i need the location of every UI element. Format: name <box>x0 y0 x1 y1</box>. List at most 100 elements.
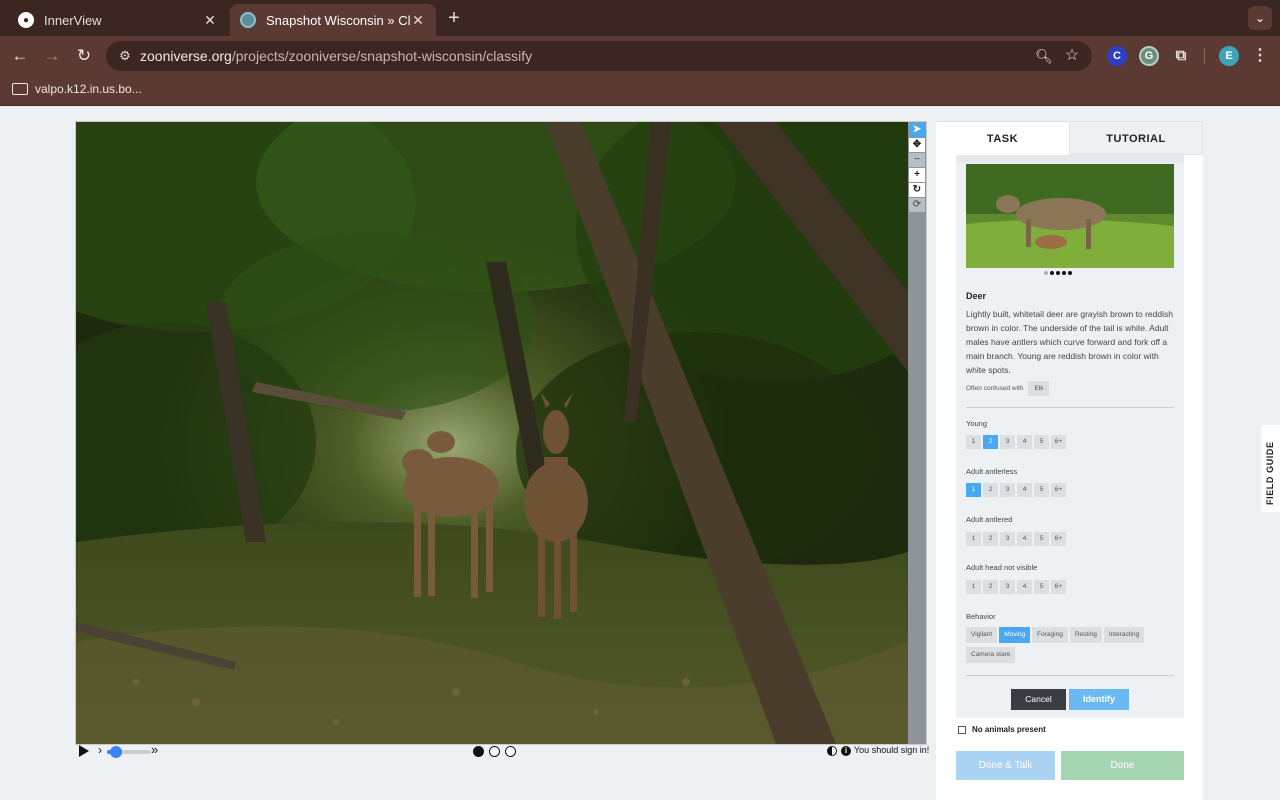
classify-page: ➤ ✥ − + ↻ ⟳ › » i You should sign in! TA… <box>0 107 1280 800</box>
slider-knob[interactable] <box>109 746 122 758</box>
new-tab-icon[interactable]: + <box>444 6 464 30</box>
url-path: /projects/zooniverse/snapshot-wisconsin/… <box>231 48 533 64</box>
image-dot[interactable] <box>1044 271 1048 275</box>
profile-avatar[interactable]: E <box>1219 46 1239 66</box>
tab-snapshot-wisconsin[interactable]: Snapshot Wisconsin » Classi ✕ <box>230 4 436 36</box>
browser-menu-icon[interactable]: ⋮ <box>1250 46 1270 66</box>
close-tab-icon[interactable]: ✕ <box>410 12 426 29</box>
behavior-option[interactable]: Foraging <box>1032 627 1068 643</box>
behavior-option[interactable]: Camera stare <box>966 647 1016 663</box>
answer-option[interactable]: 3 <box>1000 532 1015 546</box>
behavior-option[interactable]: Vigilant <box>966 627 998 643</box>
answer-option[interactable]: 4 <box>1017 580 1032 594</box>
answer-option[interactable]: 2 <box>983 532 998 546</box>
answer-option[interactable]: 6+ <box>1051 435 1066 449</box>
frame-dot[interactable] <box>489 746 500 757</box>
zoom-icon[interactable]: 🔍︎ <box>1034 46 1054 66</box>
no-animals-checkbox[interactable] <box>958 725 966 734</box>
address-bar[interactable]: ⚙ zooniverse.org/projects/zooniverse/sna… <box>106 41 1092 71</box>
image-dot[interactable] <box>1050 271 1054 275</box>
frame-dot[interactable] <box>473 746 484 757</box>
playback-speed-slider[interactable] <box>107 746 151 758</box>
answer-option[interactable]: 2 <box>983 483 998 497</box>
species-image-dots <box>1044 271 1072 275</box>
answer-option[interactable]: 4 <box>1017 483 1032 497</box>
toolbar-divider <box>1204 48 1205 64</box>
confused-species-chip[interactable]: Elk <box>1028 381 1050 396</box>
bookmark-label: valpo.k12.in.us.bo... <box>35 82 142 96</box>
answers-behavior: Vigilant Moving Foraging Resting Interacting… <box>966 627 1174 663</box>
field-guide-tab[interactable]: FIELD GUIDE <box>1261 425 1280 512</box>
answer-option[interactable]: 6+ <box>1051 532 1066 546</box>
answer-option[interactable]: 4 <box>1017 435 1032 449</box>
panel-tabs: TASK TUTORIAL <box>936 121 1203 155</box>
extensions-puzzle-icon[interactable]: ⧉ <box>1171 46 1191 66</box>
answer-option[interactable]: 3 <box>1000 580 1015 594</box>
contrast-icon[interactable] <box>827 746 837 756</box>
answer-option[interactable]: 6+ <box>1051 483 1066 497</box>
innerview-favicon-icon: ● <box>18 12 34 28</box>
extension-grammarly-icon[interactable]: G <box>1139 46 1159 66</box>
answer-option[interactable]: 1 <box>966 435 981 449</box>
url-text[interactable]: zooniverse.org/projects/zooniverse/snaps… <box>140 48 532 64</box>
tab-title: Snapshot Wisconsin » Classi <box>266 12 410 28</box>
frame-selector <box>473 746 516 757</box>
pan-icon[interactable]: ✥ <box>909 138 925 152</box>
answer-option[interactable]: 5 <box>1034 483 1049 497</box>
identify-button[interactable]: Identify <box>1069 689 1129 710</box>
question-label-adult-antlerless: Adult antlerless <box>966 467 1018 476</box>
zoom-in-icon[interactable]: + <box>909 168 925 182</box>
image-dot[interactable] <box>1062 271 1066 275</box>
image-dot[interactable] <box>1068 271 1072 275</box>
close-tab-icon[interactable]: ✕ <box>202 12 218 29</box>
tab-innerview[interactable]: ● InnerView ✕ <box>8 4 228 36</box>
species-example-image[interactable] <box>966 164 1174 268</box>
tab-tutorial[interactable]: TUTORIAL <box>1069 121 1203 155</box>
reload-icon[interactable]: ↻ <box>72 44 96 68</box>
answer-option[interactable]: 1 <box>966 580 981 594</box>
back-arrow-icon[interactable]: ← <box>8 44 32 68</box>
site-settings-icon[interactable]: ⚙ <box>116 47 134 65</box>
bookmark-item[interactable]: valpo.k12.in.us.bo... <box>12 82 142 96</box>
bookmark-star-icon[interactable]: ☆ <box>1062 46 1082 66</box>
play-icon[interactable] <box>79 745 89 757</box>
answer-option[interactable]: 1 <box>966 532 981 546</box>
tab-task[interactable]: TASK <box>936 121 1069 155</box>
fast-forward-icon[interactable]: » <box>151 742 158 757</box>
extension-c-icon[interactable]: C <box>1107 46 1127 66</box>
info-icon[interactable]: i <box>841 746 851 756</box>
answer-option[interactable]: 3 <box>1000 435 1015 449</box>
rotate-icon[interactable]: ↻ <box>909 183 925 197</box>
image-dot[interactable] <box>1056 271 1060 275</box>
answers-young: 1 2 3 4 5 6+ <box>966 435 1066 449</box>
behavior-option[interactable]: Moving <box>999 627 1031 643</box>
zoom-out-icon[interactable]: − <box>909 153 925 167</box>
behavior-option[interactable]: Resting <box>1069 627 1102 643</box>
divider <box>966 675 1174 676</box>
answer-option[interactable]: 4 <box>1017 532 1032 546</box>
cancel-button[interactable]: Cancel <box>1011 689 1066 710</box>
select-cursor-icon[interactable]: ➤ <box>909 123 925 137</box>
sign-in-note[interactable]: You should sign in! <box>854 745 929 755</box>
tab-search-chevron-icon[interactable]: ⌄ <box>1248 6 1272 30</box>
answer-option[interactable]: 5 <box>1034 435 1049 449</box>
camera-trap-image[interactable] <box>76 122 908 744</box>
step-forward-icon[interactable]: › <box>98 743 102 757</box>
behavior-option[interactable]: Interacting <box>1103 627 1145 643</box>
forward-arrow-icon[interactable]: → <box>40 44 64 68</box>
no-animals-present[interactable]: No animals present <box>958 725 1046 734</box>
answer-option[interactable]: 1 <box>966 483 981 497</box>
answer-option[interactable]: 2 <box>983 580 998 594</box>
answer-option[interactable]: 3 <box>1000 483 1015 497</box>
answer-option[interactable]: 5 <box>1034 532 1049 546</box>
reset-icon[interactable]: ⟳ <box>909 198 925 212</box>
answer-option[interactable]: 2 <box>983 435 998 449</box>
card-top-strip <box>956 155 1184 163</box>
done-and-talk-button[interactable]: Done & Talk <box>956 751 1055 780</box>
frame-dot[interactable] <box>505 746 516 757</box>
browser-toolbar: ← → ↻ ⚙ zooniverse.org/projects/zooniver… <box>0 36 1280 76</box>
question-label-behavior: Behavior <box>966 612 996 621</box>
answer-option[interactable]: 6+ <box>1051 580 1066 594</box>
answer-option[interactable]: 5 <box>1034 580 1049 594</box>
done-button[interactable]: Done <box>1061 751 1184 780</box>
